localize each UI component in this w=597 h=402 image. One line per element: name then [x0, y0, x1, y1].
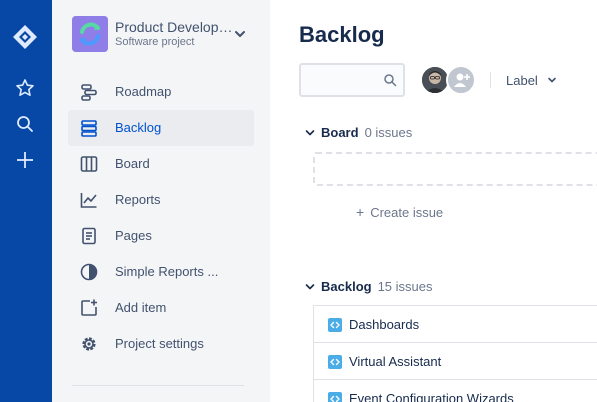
story-type-icon: [328, 318, 342, 332]
backlog-icon: [78, 117, 100, 139]
issue-count: 15 issues: [377, 278, 433, 294]
sidebar-item-label: Project settings: [115, 336, 204, 351]
chevron-down-icon[interactable]: [232, 26, 248, 42]
section-name: Backlog: [321, 278, 372, 294]
project-type: Software project: [115, 36, 195, 48]
label-filter-text: Label: [506, 72, 538, 88]
plus-icon: +: [356, 204, 365, 220]
project-switcher[interactable]: Product Development Software project: [72, 16, 262, 54]
sidebar-divider: [72, 385, 244, 386]
sidebar-item-label: Backlog: [115, 120, 162, 135]
sidebar-item-board[interactable]: Board: [68, 146, 254, 182]
create-issue-button[interactable]: + Create issue: [356, 202, 443, 222]
gear-icon: [78, 333, 100, 355]
project-avatar: [72, 16, 108, 52]
issue-summary: Virtual Assistant: [349, 354, 442, 369]
sidebar-item-reports[interactable]: Reports: [68, 182, 254, 218]
backlog-issue-list: Dashboards Virtual Assistant Event Confi…: [313, 305, 597, 402]
sidebar-item-label: Roadmap: [115, 84, 172, 99]
section-name: Board: [321, 124, 359, 140]
search-field[interactable]: [299, 63, 405, 97]
create-issue-label: Create issue: [370, 204, 444, 220]
pie-chart-icon: [78, 261, 100, 283]
sidebar-item-label: Pages: [115, 228, 152, 243]
reports-icon: [78, 189, 100, 211]
jira-app: Product Development Software project Roa…: [0, 0, 597, 402]
plus-icon[interactable]: [10, 145, 40, 175]
jira-logo-icon[interactable]: [10, 22, 40, 52]
search-icon: [383, 73, 397, 87]
list-item[interactable]: Dashboards: [314, 306, 597, 343]
issue-count: 0 issues: [364, 124, 413, 140]
sidebar-item-add-item[interactable]: Add item: [68, 290, 254, 326]
pages-icon: [78, 225, 100, 247]
page-title: Backlog: [299, 22, 385, 47]
search-input[interactable]: [305, 69, 381, 91]
sidebar-item-simple-reports[interactable]: Simple Reports ...: [68, 254, 254, 290]
sidebar-item-roadmap[interactable]: Roadmap: [68, 74, 254, 110]
roadmap-icon: [78, 81, 100, 103]
issue-summary: Event Configuration Wizards: [349, 391, 514, 402]
project-name: Product Development: [115, 19, 235, 35]
sidebar-item-label: Reports: [115, 192, 161, 207]
backlog-section-header[interactable]: Backlog 15 issues: [304, 276, 433, 296]
search-icon[interactable]: [10, 109, 40, 139]
issue-summary: Dashboards: [349, 317, 420, 332]
sidebar-item-pages[interactable]: Pages: [68, 218, 254, 254]
label-filter-button[interactable]: Label: [498, 66, 566, 94]
toolbar-divider: [490, 72, 491, 88]
story-type-icon: [328, 355, 342, 369]
sidebar-item-label: Board: [115, 156, 150, 171]
add-user-avatar-icon[interactable]: [446, 65, 476, 95]
story-type-icon: [328, 392, 342, 402]
chevron-down-icon: [546, 74, 558, 86]
list-item[interactable]: Virtual Assistant: [314, 343, 597, 380]
sidebar-item-backlog[interactable]: Backlog: [68, 110, 254, 146]
backlog-main: Backlog Label Board 0 issues + Create is…: [270, 0, 597, 402]
list-item[interactable]: Event Configuration Wizards: [314, 380, 597, 402]
sidebar-item-project-settings[interactable]: Project settings: [68, 326, 254, 362]
star-icon[interactable]: [10, 73, 40, 103]
sidebar-item-label: Add item: [115, 300, 167, 315]
board-icon: [78, 153, 100, 175]
global-nav: [0, 0, 52, 402]
empty-drop-zone[interactable]: [313, 152, 597, 186]
add-item-icon: [78, 297, 100, 319]
project-sidebar: Product Development Software project Roa…: [52, 0, 270, 402]
board-section-header[interactable]: Board 0 issues: [304, 122, 412, 142]
chevron-down-icon[interactable]: [304, 126, 316, 138]
sidebar-item-label: Simple Reports ...: [115, 264, 219, 279]
chevron-down-icon[interactable]: [304, 280, 316, 292]
